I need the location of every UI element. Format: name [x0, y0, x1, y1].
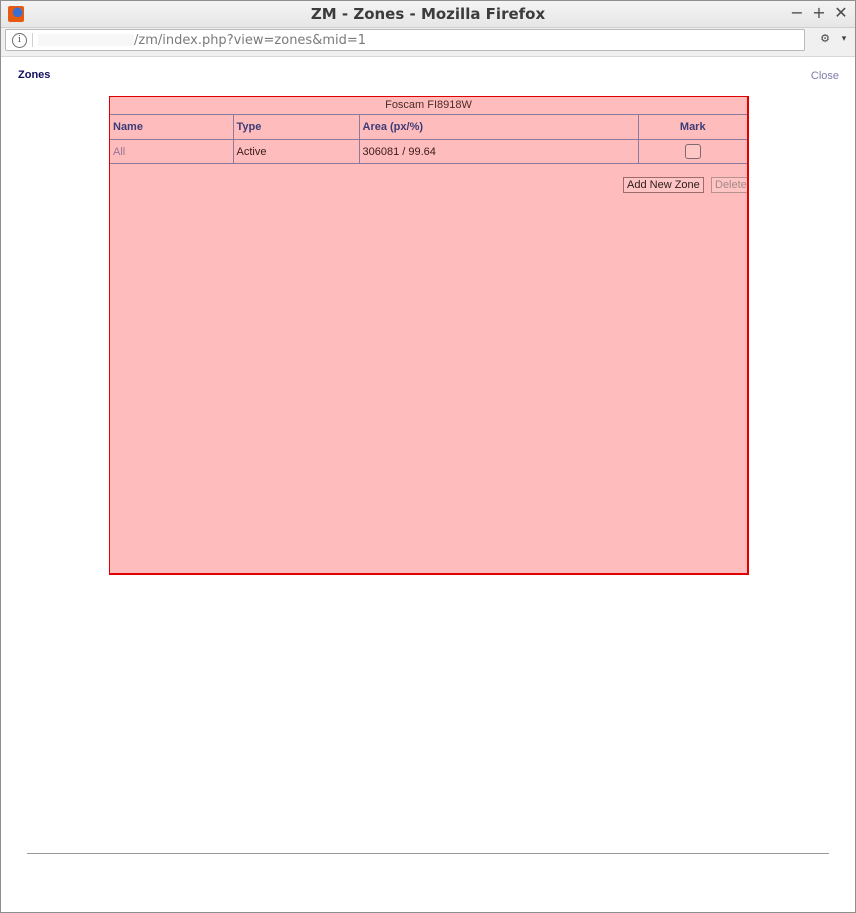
puzzle-icon[interactable]: ⚙: [818, 33, 832, 45]
zone-area-cell: 306081 / 99.64: [358, 139, 639, 164]
mark-checkbox[interactable]: [684, 144, 701, 159]
add-new-zone-button[interactable]: Add New Zone: [623, 177, 704, 193]
delete-button[interactable]: Delete: [711, 177, 747, 193]
zone-mark-cell: [637, 139, 747, 164]
zone-name-link[interactable]: All: [113, 146, 125, 158]
status-divider: [27, 853, 829, 854]
title-bar: ZM - Zones - Mozilla Firefox − + ✕: [1, 1, 855, 28]
page-content: Zones Close Foscam FI8918W Name Type Are…: [1, 57, 855, 909]
column-header-type: Type: [232, 114, 360, 140]
column-header-area: Area (px/%): [358, 114, 639, 140]
url-separator: [32, 33, 33, 47]
table-header-row: Name Type Area (px/%) Mark: [110, 114, 747, 140]
url-text[interactable]: /zm/index.php?view=zones&mid=1: [134, 33, 366, 48]
window-title: ZM - Zones - Mozilla Firefox: [310, 5, 546, 23]
monitor-name: Foscam FI8918W: [110, 97, 747, 115]
minimize-button[interactable]: −: [788, 4, 806, 22]
zone-name-cell: All: [110, 139, 234, 164]
column-header-name: Name: [110, 114, 234, 140]
url-host-redacted: [38, 34, 134, 46]
monitor-zone-image: Foscam FI8918W Name Type Area (px/%) Mar…: [109, 96, 749, 575]
info-icon[interactable]: i: [12, 33, 27, 48]
browser-window: ZM - Zones - Mozilla Firefox − + ✕ i /zm…: [0, 0, 856, 913]
close-window-button[interactable]: ✕: [832, 4, 850, 22]
column-header-mark: Mark: [637, 114, 747, 140]
table-row: All Active 306081 / 99.64: [110, 139, 747, 164]
zone-type-cell: Active: [232, 139, 360, 164]
zones-table: Name Type Area (px/%) Mark All Active 30…: [110, 114, 747, 164]
url-bar[interactable]: i /zm/index.php?view=zones&mid=1: [5, 29, 805, 51]
navigation-bar: i /zm/index.php?view=zones&mid=1 ⚙ ▾: [1, 28, 855, 57]
chevron-down-icon[interactable]: ▾: [839, 33, 849, 45]
maximize-button[interactable]: +: [810, 4, 828, 22]
page-title: Zones: [18, 69, 51, 81]
close-link[interactable]: Close: [811, 70, 839, 82]
